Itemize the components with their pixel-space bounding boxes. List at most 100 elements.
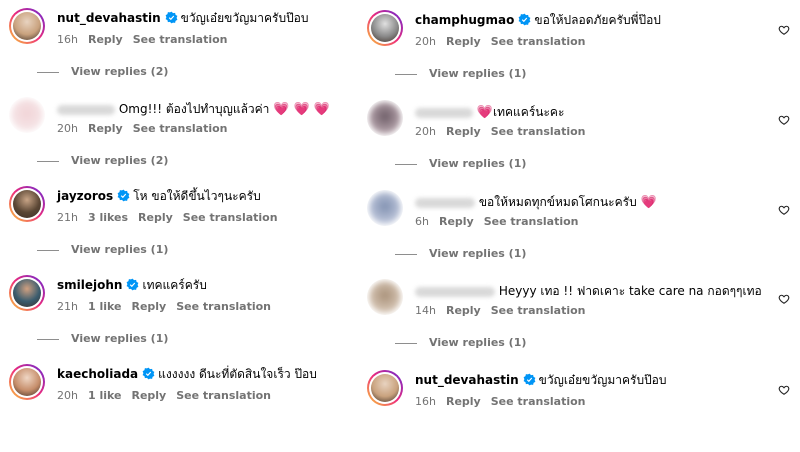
comment-meta: 20h 1 like Reply See translation <box>57 389 281 403</box>
see-translation-link[interactable]: See translation <box>484 215 579 228</box>
replies-divider <box>37 71 59 73</box>
avatar[interactable] <box>9 364 45 400</box>
comment-text-row: smilejohn เทคแคร์ครับ <box>57 277 207 293</box>
comment-body: ขวัญเอ๋ยขวัญมาครับป๊อบ <box>538 373 667 387</box>
comment-body: โห ขอให้ดีขึ้นไวๆนะครับ <box>133 189 261 203</box>
comment-text-row: kaecholiada แงงงงง ดีนะที่ตัดสินใจเร็ว ป๊… <box>57 366 317 382</box>
comment-text-row: jayzoros โห ขอให้ดีขึ้นไวๆนะครับ <box>57 188 261 204</box>
view-replies-button[interactable]: View replies (1) <box>395 247 526 261</box>
view-replies-button[interactable]: View replies (1) <box>395 336 526 350</box>
see-translation-link[interactable]: See translation <box>491 304 586 317</box>
view-replies-label: View replies (1) <box>71 332 169 345</box>
avatar[interactable] <box>9 97 45 133</box>
reply-button[interactable]: Reply <box>446 395 481 408</box>
view-replies-label: View replies (1) <box>429 157 527 170</box>
reply-button[interactable]: Reply <box>446 304 481 317</box>
comment-time: 20h <box>415 125 436 138</box>
comment-text-row: 💗เทคแคร์นะคะ <box>415 104 564 121</box>
comment-body: ขอให้หมดทุกข์หมดโศกนะครับ <box>478 195 637 209</box>
view-replies-label: View replies (2) <box>71 154 169 167</box>
see-translation-link[interactable]: See translation <box>183 211 278 224</box>
avatar[interactable] <box>367 279 403 315</box>
comment-time: 16h <box>415 395 436 408</box>
comment-meta: 6h Reply See translation <box>415 215 589 229</box>
avatar[interactable] <box>367 10 403 46</box>
heart-outline-icon[interactable] <box>778 201 790 215</box>
see-translation-link[interactable]: See translation <box>491 125 586 138</box>
reply-button[interactable]: Reply <box>446 35 481 48</box>
view-replies-label: View replies (2) <box>71 65 169 78</box>
view-replies-label: View replies (1) <box>71 243 169 256</box>
see-translation-link[interactable]: See translation <box>133 122 228 135</box>
replies-divider <box>395 342 417 344</box>
see-translation-link[interactable]: See translation <box>491 395 586 408</box>
comment-text-row: champhugmao ขอให้ปลอดภัยครับพี่ป๊อป <box>415 12 661 28</box>
heart-outline-icon[interactable] <box>778 381 790 395</box>
comment-item: Heyyy เทอ !! ฟาดเคาะ take care na กอดๆๆเ… <box>358 271 800 361</box>
view-replies-button[interactable]: View replies (2) <box>37 65 168 79</box>
likes-count[interactable]: 1 like <box>88 389 122 402</box>
comment-username[interactable]: champhugmao <box>415 13 514 27</box>
view-replies-button[interactable]: View replies (2) <box>37 154 168 168</box>
likes-count[interactable]: 3 likes <box>88 211 128 224</box>
reply-button[interactable]: Reply <box>131 300 166 313</box>
avatar[interactable] <box>9 186 45 222</box>
heart-emoji: 💗 💗 💗 <box>273 102 331 117</box>
view-replies-button[interactable]: View replies (1) <box>395 67 526 81</box>
comment-time: 21h <box>57 300 78 313</box>
verified-badge-icon <box>523 373 536 386</box>
comment-time: 20h <box>57 389 78 402</box>
see-translation-link[interactable]: See translation <box>176 300 271 313</box>
heart-outline-icon[interactable] <box>778 290 790 304</box>
comment-item: Omg!!! ต้องไปทำบุญแล้วค่า 💗 💗 💗 20h Reply S… <box>0 89 400 179</box>
view-replies-button[interactable]: View replies (1) <box>395 157 526 171</box>
comment-meta: 20h Reply See translation <box>415 35 596 49</box>
verified-badge-icon <box>518 13 531 26</box>
likes-count[interactable]: 1 like <box>88 300 122 313</box>
comment-username[interactable]: jayzoros <box>57 189 113 203</box>
comment-body: Omg!!! ต้องไปทำบุญแล้วค่า <box>118 102 270 116</box>
comment-item: champhugmao ขอให้ปลอดภัยครับพี่ป๊อป 20h Rep… <box>358 2 800 92</box>
avatar[interactable] <box>367 370 403 406</box>
comment-time: 6h <box>415 215 429 228</box>
verified-badge-icon <box>117 189 130 202</box>
see-translation-link[interactable]: See translation <box>133 33 228 46</box>
comment-username[interactable]: nut_devahastin <box>57 11 161 25</box>
see-translation-link[interactable]: See translation <box>176 389 271 402</box>
comment-item: nut_devahastin ขวัญเอ๋ยขวัญมาครับป๊อบ 16h R… <box>0 0 400 90</box>
comment-username[interactable]: smilejohn <box>57 278 122 292</box>
heart-emoji: 💗 <box>476 105 494 120</box>
avatar[interactable] <box>9 275 45 311</box>
comment-item: kaecholiada แงงงงง ดีนะที่ตัดสินใจเร็ว ป๊… <box>0 356 400 446</box>
reply-button[interactable]: Reply <box>439 215 474 228</box>
comment-meta: 16h Reply See translation <box>57 33 238 47</box>
comment-body: ขอให้ปลอดภัยครับพี่ป๊อป <box>534 13 661 27</box>
heart-emoji: 💗 <box>640 195 657 210</box>
comment-item: smilejohn เทคแคร์ครับ 21h 1 like Reply See tr… <box>0 267 400 357</box>
heart-outline-icon[interactable] <box>778 21 790 35</box>
reply-button[interactable]: Reply <box>138 211 173 224</box>
comment-meta: 20h Reply See translation <box>57 122 238 136</box>
comment-text-row: Omg!!! ต้องไปทำบุญแล้วค่า 💗 💗 💗 <box>57 101 330 118</box>
blurred-username <box>415 286 495 297</box>
comment-meta: 21h 1 like Reply See translation <box>57 300 281 314</box>
comment-username[interactable]: kaecholiada <box>57 367 138 381</box>
comment-username[interactable]: nut_devahastin <box>415 373 519 387</box>
comment-body: แงงงงง ดีนะที่ตัดสินใจเร็ว ป๊อบ <box>158 367 317 381</box>
view-replies-button[interactable]: View replies (1) <box>37 332 168 346</box>
comment-body: เทคแคร์นะคะ <box>493 105 565 119</box>
avatar[interactable] <box>367 190 403 226</box>
blurred-username <box>415 197 475 208</box>
reply-button[interactable]: Reply <box>88 122 123 135</box>
reply-button[interactable]: Reply <box>446 125 481 138</box>
avatar[interactable] <box>367 100 403 136</box>
reply-button[interactable]: Reply <box>88 33 123 46</box>
reply-button[interactable]: Reply <box>131 389 166 402</box>
avatar[interactable] <box>9 8 45 44</box>
view-replies-button[interactable]: View replies (1) <box>37 243 168 257</box>
comment-body: Heyyy เทอ !! ฟาดเคาะ take care na กอดๆๆเ… <box>498 284 762 298</box>
heart-outline-icon[interactable] <box>778 111 790 125</box>
replies-divider <box>395 163 417 165</box>
see-translation-link[interactable]: See translation <box>491 35 586 48</box>
verified-badge-icon <box>142 367 155 380</box>
